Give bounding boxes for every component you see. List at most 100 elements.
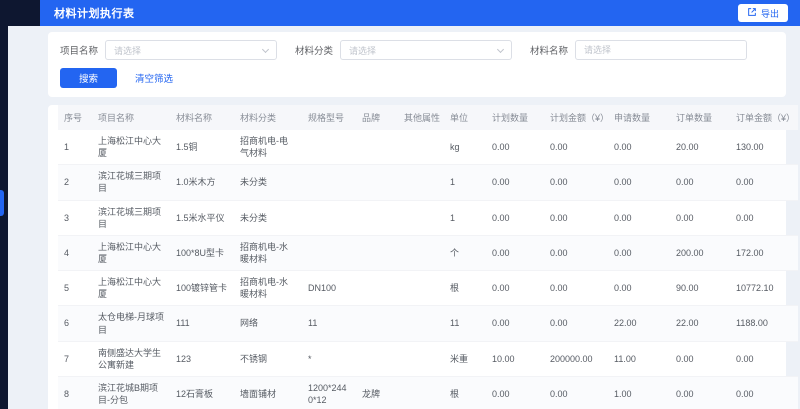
table-row[interactable]: 4 上海松江中心大厦 100*8U型卡 招商机电-水暖材料 个 0.00 0.0… bbox=[58, 235, 798, 270]
export-button[interactable]: 导出 bbox=[738, 4, 788, 22]
filter-material-name: 材料名称 bbox=[530, 40, 747, 60]
cell-other-attrs bbox=[398, 341, 444, 376]
cell-index: 7 bbox=[58, 341, 92, 376]
table-panel: 序号项目名称材料名称材料分类规格型号品牌其他属性单位计划数量计划金额（¥）申请数… bbox=[48, 105, 786, 409]
project-name-select[interactable]: 请选择 bbox=[105, 40, 277, 60]
top-header: 材料计划执行表 导出 bbox=[0, 0, 800, 26]
cell-applied-qty: 0.00 bbox=[608, 130, 670, 165]
chevron-down-icon bbox=[497, 45, 504, 52]
cell-other-attrs bbox=[398, 306, 444, 341]
cell-applied-qty: 1.00 bbox=[608, 376, 670, 409]
project-name-label: 项目名称 bbox=[60, 43, 98, 57]
cell-planned-qty: 10.00 bbox=[486, 341, 544, 376]
search-button[interactable]: 搜索 bbox=[60, 68, 117, 88]
material-category-label: 材料分类 bbox=[295, 43, 333, 57]
cell-order-qty: 90.00 bbox=[670, 271, 730, 306]
cell-unit: 11 bbox=[444, 306, 486, 341]
project-name-placeholder: 请选择 bbox=[114, 44, 141, 57]
column-header: 序号 bbox=[58, 105, 92, 130]
cell-unit: 1 bbox=[444, 200, 486, 235]
table-row[interactable]: 3 滨江花城三期项目 1.5米水平仪 未分类 1 0.00 0.00 0.00 … bbox=[58, 200, 798, 235]
cell-order-amount: 130.00 bbox=[730, 130, 798, 165]
material-name-input[interactable] bbox=[575, 40, 747, 60]
cell-order-amount: 0.00 bbox=[730, 341, 798, 376]
cell-material-name: 123 bbox=[170, 341, 234, 376]
cell-project-name: 太仓电梯-月球项目 bbox=[92, 306, 170, 341]
cell-planned-qty: 0.00 bbox=[486, 271, 544, 306]
cell-material-category: 墙面铺材 bbox=[234, 376, 302, 409]
table-row[interactable]: 1 上海松江中心大厦 1.5铜 招商机电-电气材料 kg 0.00 0.00 0… bbox=[58, 130, 798, 165]
cell-brand bbox=[356, 235, 398, 270]
cell-planned-qty: 0.00 bbox=[486, 235, 544, 270]
cell-material-category: 招商机电-水暖材料 bbox=[234, 235, 302, 270]
cell-order-amount: 0.00 bbox=[730, 200, 798, 235]
clear-filters-link[interactable]: 清空筛选 bbox=[135, 71, 173, 85]
cell-material-name: 12石膏板 bbox=[170, 376, 234, 409]
cell-unit: 米重 bbox=[444, 341, 486, 376]
cell-order-qty: 0.00 bbox=[670, 376, 730, 409]
column-header: 计划金额（¥） bbox=[544, 105, 608, 130]
cell-other-attrs bbox=[398, 235, 444, 270]
material-category-placeholder: 请选择 bbox=[349, 44, 376, 57]
cell-material-category: 不锈钢 bbox=[234, 341, 302, 376]
cell-applied-qty: 11.00 bbox=[608, 341, 670, 376]
cell-project-name: 上海松江中心大厦 bbox=[92, 235, 170, 270]
cell-index: 6 bbox=[58, 306, 92, 341]
table-row[interactable]: 7 南侧盛达大学生公寓新建 123 不锈钢 * 米重 10.00 200000.… bbox=[58, 341, 798, 376]
cell-project-name: 南侧盛达大学生公寓新建 bbox=[92, 341, 170, 376]
collapsed-sidebar[interactable] bbox=[0, 0, 8, 409]
table-row[interactable]: 8 滨江花城B期项目-分包 12石膏板 墙面铺材 1200*2440*12 龙牌… bbox=[58, 376, 798, 409]
material-plan-table: 序号项目名称材料名称材料分类规格型号品牌其他属性单位计划数量计划金额（¥）申请数… bbox=[58, 105, 798, 409]
cell-brand bbox=[356, 130, 398, 165]
cell-material-name: 1.5米水平仪 bbox=[170, 200, 234, 235]
cell-project-name: 上海松江中心大厦 bbox=[92, 271, 170, 306]
cell-order-qty: 20.00 bbox=[670, 130, 730, 165]
cell-order-qty: 0.00 bbox=[670, 165, 730, 200]
column-header: 单位 bbox=[444, 105, 486, 130]
cell-brand bbox=[356, 341, 398, 376]
table-row[interactable]: 2 滨江花城三期项目 1.0米木方 未分类 1 0.00 0.00 0.00 0… bbox=[58, 165, 798, 200]
cell-spec-model bbox=[302, 130, 356, 165]
cell-planned-qty: 0.00 bbox=[486, 200, 544, 235]
sidebar-expand-handle[interactable] bbox=[0, 190, 4, 216]
cell-unit: 1 bbox=[444, 165, 486, 200]
cell-project-name: 滨江花城三期项目 bbox=[92, 165, 170, 200]
cell-planned-amount: 0.00 bbox=[544, 271, 608, 306]
filter-project-name: 项目名称 请选择 bbox=[60, 40, 277, 60]
filter-actions: 搜索 清空筛选 bbox=[60, 68, 774, 88]
cell-project-name: 上海松江中心大厦 bbox=[92, 130, 170, 165]
cell-brand bbox=[356, 271, 398, 306]
cell-brand bbox=[356, 306, 398, 341]
cell-unit: 根 bbox=[444, 376, 486, 409]
cell-spec-model: * bbox=[302, 341, 356, 376]
table-row[interactable]: 6 太仓电梯-月球项目 111 网络 11 11 0.00 0.00 22.00… bbox=[58, 306, 798, 341]
cell-index: 5 bbox=[58, 271, 92, 306]
export-button-label: 导出 bbox=[761, 7, 779, 20]
cell-project-name: 滨江花城B期项目-分包 bbox=[92, 376, 170, 409]
cell-index: 2 bbox=[58, 165, 92, 200]
table-row[interactable]: 5 上海松江中心大厦 100镀锌管卡 招商机电-水暖材料 DN100 根 0.0… bbox=[58, 271, 798, 306]
cell-planned-qty: 0.00 bbox=[486, 306, 544, 341]
column-header: 规格型号 bbox=[302, 105, 356, 130]
main-content: 项目名称 请选择 材料分类 请选择 材料名称 搜索 清空筛选 bbox=[0, 26, 800, 409]
cell-planned-amount: 0.00 bbox=[544, 235, 608, 270]
cell-brand bbox=[356, 165, 398, 200]
cell-spec-model: DN100 bbox=[302, 271, 356, 306]
cell-order-amount: 1188.00 bbox=[730, 306, 798, 341]
cell-material-category: 未分类 bbox=[234, 165, 302, 200]
table-header-row: 序号项目名称材料名称材料分类规格型号品牌其他属性单位计划数量计划金额（¥）申请数… bbox=[58, 105, 798, 130]
cell-planned-amount: 0.00 bbox=[544, 376, 608, 409]
cell-other-attrs bbox=[398, 200, 444, 235]
cell-unit: 根 bbox=[444, 271, 486, 306]
cell-other-attrs bbox=[398, 376, 444, 409]
cell-material-category: 招商机电-电气材料 bbox=[234, 130, 302, 165]
cell-project-name: 滨江花城三期项目 bbox=[92, 200, 170, 235]
cell-applied-qty: 0.00 bbox=[608, 271, 670, 306]
material-category-select[interactable]: 请选择 bbox=[340, 40, 512, 60]
cell-planned-amount: 0.00 bbox=[544, 130, 608, 165]
cell-spec-model bbox=[302, 165, 356, 200]
cell-index: 3 bbox=[58, 200, 92, 235]
cell-other-attrs bbox=[398, 165, 444, 200]
column-header: 品牌 bbox=[356, 105, 398, 130]
column-header: 项目名称 bbox=[92, 105, 170, 130]
